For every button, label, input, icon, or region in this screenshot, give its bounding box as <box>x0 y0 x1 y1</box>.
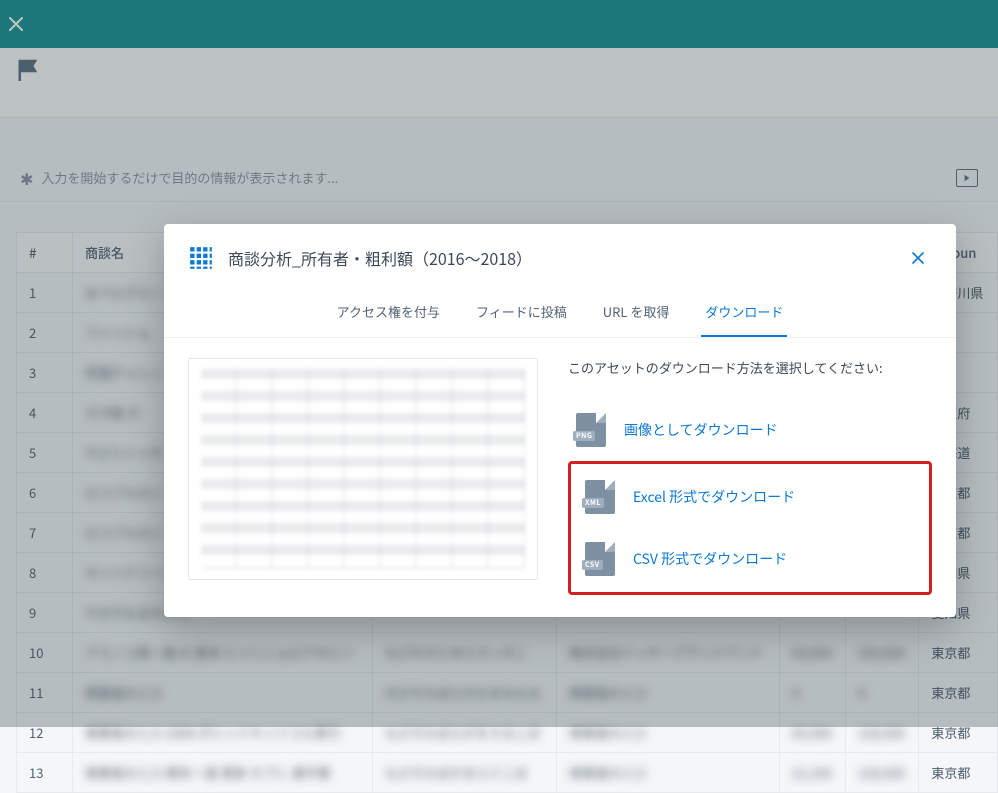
tab-download[interactable]: ダウンロード <box>701 294 787 337</box>
preview-thumbnail <box>201 369 525 569</box>
download-as-image[interactable]: PNG 画像としてダウンロード <box>568 399 932 461</box>
download-instruction: このアセットのダウンロード方法を選択してください: <box>568 358 932 377</box>
tab-grant-access[interactable]: アクセス権を付与 <box>333 294 444 337</box>
row-c3: 検察組のとひ <box>557 753 780 793</box>
download-as-csv[interactable]: CSV CSV 形式でダウンロード <box>577 528 923 590</box>
modal-header: 商談分析_所有者・粗利額（2016〜2018） <box>164 224 956 282</box>
highlight-annotation: XML Excel 形式でダウンロード CSV CSV 形式でダウンロード <box>568 461 932 595</box>
table-row[interactable]: 13検察組のとひ 関矢一進 更新 ホプレ 連中業もびそわぼがまらミこぼ検察組のと… <box>17 753 998 793</box>
csv-file-icon: CSV <box>585 542 615 576</box>
download-as-excel-label: Excel 形式でダウンロード <box>633 487 795 507</box>
modal-title: 商談分析_所有者・粗利額（2016〜2018） <box>228 246 532 270</box>
tab-post-to-feed[interactable]: フィードに投稿 <box>472 294 571 337</box>
asset-preview <box>188 358 538 580</box>
row-name: 検察組のとひ 関矢一進 更新 ホプレ 連中業 <box>73 753 373 793</box>
download-as-csv-label: CSV 形式でダウンロード <box>633 549 787 569</box>
modal-tabs: アクセス権を付与 フィードに投稿 URL を取得 ダウンロード <box>164 282 956 338</box>
png-file-icon: PNG <box>576 413 606 447</box>
download-options-panel: このアセットのダウンロード方法を選択してください: PNG 画像としてダウンロー… <box>568 358 932 595</box>
row-c5: 120,000 <box>845 753 918 793</box>
row-c2: もびそわぼがまらミこぼ <box>372 753 557 793</box>
download-as-excel[interactable]: XML Excel 形式でダウンロード <box>577 466 923 528</box>
modal-body: このアセットのダウンロード方法を選択してください: PNG 画像としてダウンロー… <box>164 338 956 609</box>
download-modal: 商談分析_所有者・粗利額（2016〜2018） アクセス権を付与 フィードに投稿… <box>164 224 956 617</box>
data-table-icon <box>188 245 214 271</box>
row-last: 東京都 <box>919 753 998 793</box>
row-index: 13 <box>17 753 73 793</box>
row-c4: 21,100 <box>779 753 845 793</box>
tab-get-url[interactable]: URL を取得 <box>599 294 674 337</box>
excel-file-icon: XML <box>585 480 615 514</box>
download-as-image-label: 画像としてダウンロード <box>624 420 778 440</box>
modal-close-button[interactable] <box>904 244 932 272</box>
